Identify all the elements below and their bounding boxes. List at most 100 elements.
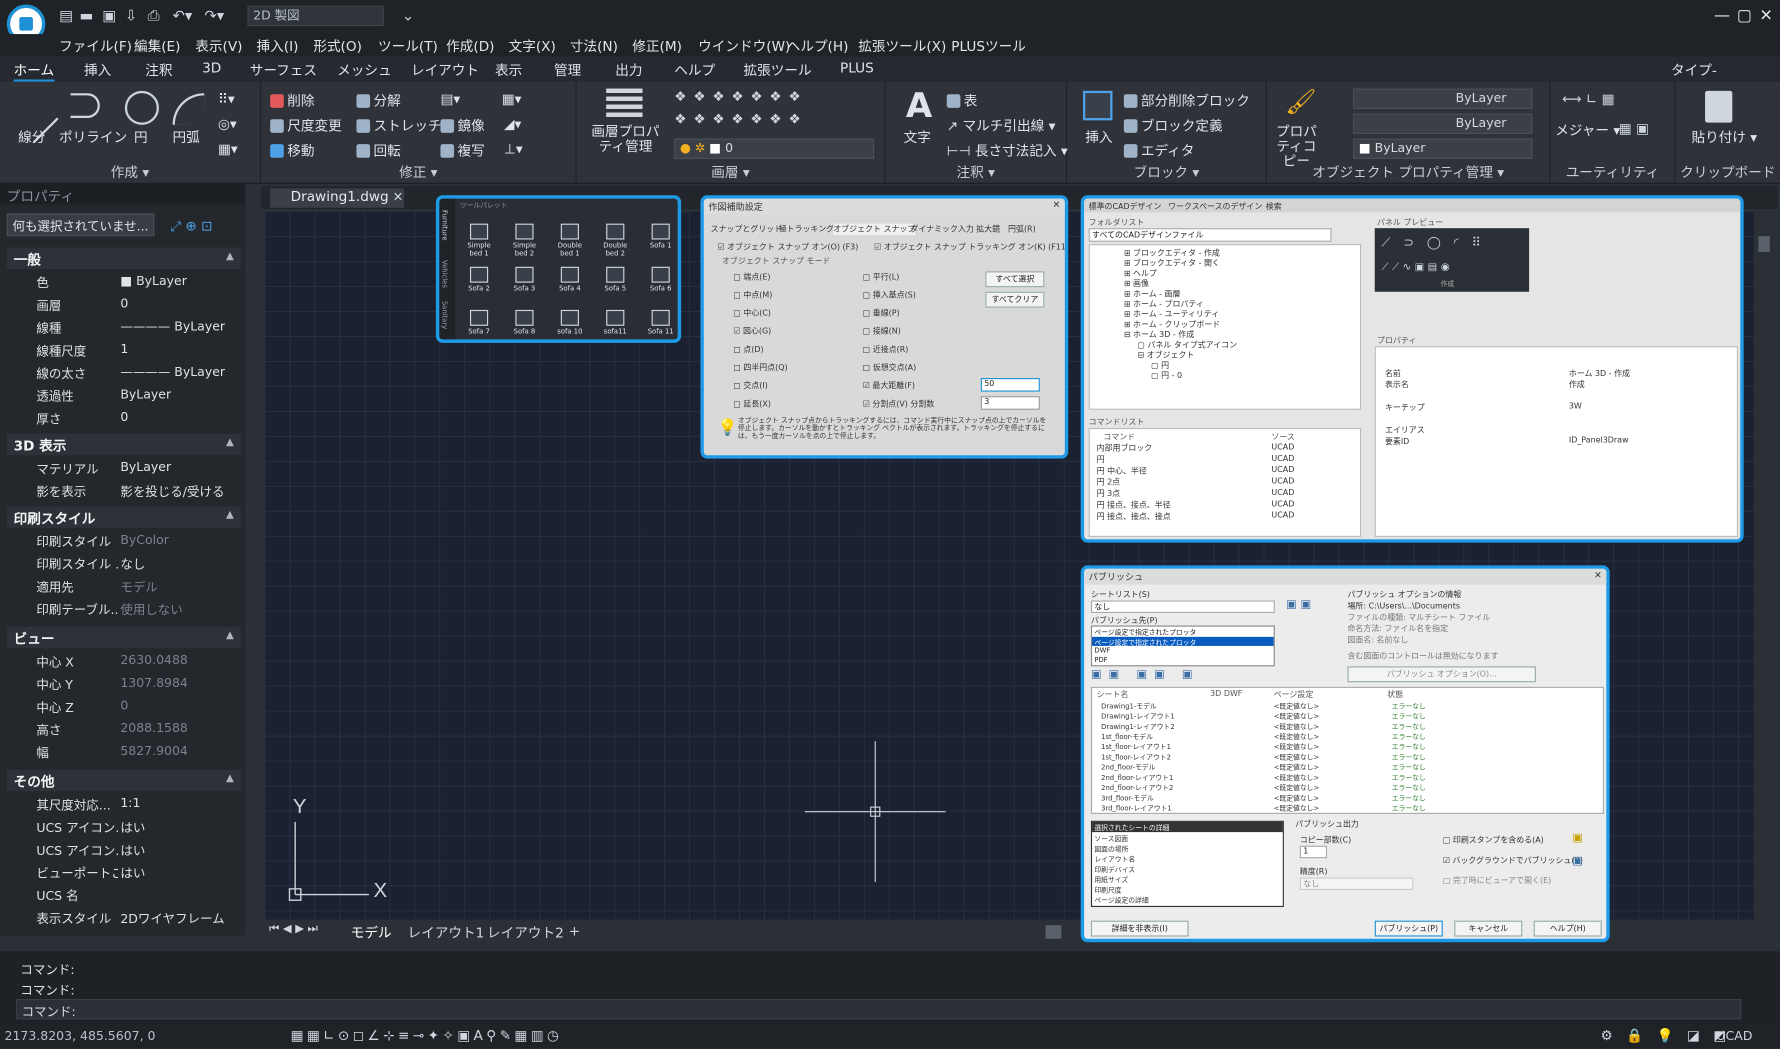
layout-nav-icon[interactable]: ⏮ ◀ ▶ ⏭ [269,923,318,935]
cui-prop-value[interactable]: 3W [1569,402,1582,411]
sheet-page-setup[interactable]: <既定値なし> [1274,772,1319,782]
table-button[interactable]: 表 [946,91,977,110]
copy-button[interactable]: 複写 [440,141,485,160]
palette-item[interactable]: Simple bed 1 [464,223,494,258]
cmd-col-source[interactable]: ソース [1271,431,1294,442]
prop-row[interactable]: 線種 ———— ByLayer [7,316,241,339]
palette-item[interactable]: Double bed 1 [555,223,585,258]
publish-to-option[interactable]: ページ設定で指定されたプロッタ [1092,627,1274,637]
menu-dimension[interactable]: 寸法(N) [570,36,618,55]
open-file-icon[interactable]: ▬ [79,8,93,25]
prop-row[interactable]: 中心 X 2630.0488 [7,649,241,672]
sheet-page-setup[interactable]: <既定値なし> [1274,762,1319,772]
tab-annotate[interactable]: 注釈 [145,60,172,79]
osnap-tangent[interactable]: □ 接線(N) [863,326,901,337]
insert-button[interactable]: 挿入 [1085,127,1112,146]
trim-icon[interactable]: ⊥▾ [504,141,523,157]
cmd-item[interactable]: 円 接点、接点、接点 [1097,511,1171,522]
section-view[interactable]: ビュー [6,626,241,649]
publish-close-icon[interactable]: ✕ [1594,570,1602,580]
partial-block-button[interactable]: 部分削除ブロック [1123,91,1250,110]
cui-properties-grid[interactable]: 名前 ホーム 3D - 作成 表示名 作成 キーチップ 3W エイリアス 要素ID ID… [1374,346,1738,537]
sheet-page-setup[interactable]: <既定値なし> [1274,700,1319,711]
panel-object-properties-title[interactable]: オブジェクト プロパティ管理 ▾ [1267,162,1550,181]
sheet-table[interactable]: シート名 3D DWF ページ設定 状態 Drawing1-モデル <既定値なし>… [1090,686,1605,814]
redo-icon[interactable]: ↷▾ [204,8,224,25]
cui-prop-value[interactable]: ID_Panel3Draw [1569,436,1629,445]
hatch-icon[interactable]: ⠿▾ [218,91,235,107]
close-icon[interactable]: ✕ [1760,7,1773,25]
scroll-thumb[interactable] [1758,236,1770,253]
tab-extension[interactable]: 拡張ツール [744,60,812,79]
menu-format[interactable]: 形式(O) [313,36,362,55]
osnap-on-checkbox[interactable]: ☑ オブジェクト スナップ オン(O) (F3) [717,242,858,253]
status-tray-icon[interactable]: ⚙ 🔒 💡 ◪ ◩ [1601,1027,1731,1043]
tool-palette-window[interactable]: Furniture Vehicles Sanitary ツールパレット Simp… [435,195,682,343]
tab-manage[interactable]: 管理 [554,60,581,79]
doc-tab[interactable]: Drawing1.dwg [270,188,405,208]
tab-mesh[interactable]: メッシュ [337,60,392,79]
quick-select-icon[interactable]: ⤢ ⊕ ⊡ [170,218,212,235]
ellipse-icon[interactable]: ◎▾ [218,116,237,132]
sheet-page-setup[interactable]: <既定値なし> [1274,752,1319,762]
section-misc[interactable]: その他 [6,769,241,792]
sheet-name[interactable]: 2nd_floor-レイアウト1 [1101,772,1173,782]
panel-utilities-title[interactable]: ユーティリティ [1551,162,1675,181]
bg-info-icon[interactable]: ▣ [1572,855,1583,867]
prop-row[interactable]: マテリアル ByLayer [7,456,241,479]
tab-plus[interactable]: PLUS [840,60,874,76]
text-button[interactable]: 文字 [904,127,931,146]
doc-tab-close-icon[interactable]: ✕ [393,190,403,205]
tab-arc[interactable]: 円弧(R) [1008,224,1036,235]
plot-stamp-checkbox[interactable]: □ 印刷スタンプを含める(A) [1443,834,1544,845]
menu-extension[interactable]: 拡張ツール(X) [858,36,946,55]
prop-row[interactable]: 適用先 モデル [7,574,241,597]
customize-ui-window[interactable]: 標準のCADデザイン ワークスペースのデザイン 検索 フォルダリスト すべてのC… [1080,195,1744,543]
prop-row[interactable]: 表示スタイル 2Dワイヤフレーム [7,906,241,929]
prop-row[interactable]: 其尺度対応... 1:1 [7,792,241,815]
prop-row[interactable]: 透過性 ByLayer [7,384,241,407]
osnap-endpoint[interactable]: □ 端点(E) [733,271,770,282]
sheet-page-setup[interactable]: <既定値なし> [1274,721,1319,731]
tab-help[interactable]: ヘルプ [674,60,715,79]
dimension-button[interactable]: ⊢⊣ 長さ寸法記入 ▾ [947,141,1068,160]
section-general[interactable]: 一般 [6,247,241,270]
sheet-name[interactable]: 2nd_floor-レイアウト2 [1101,782,1173,792]
publish-to-option[interactable]: DWF [1092,647,1274,656]
sheet-name[interactable]: Drawing1-レイアウト2 [1101,721,1175,731]
division-input[interactable]: 3 [980,396,1040,410]
layout-tab-add[interactable]: + [569,923,580,939]
cmd-col-command[interactable]: コマンド [1103,431,1135,442]
sheet-page-setup[interactable]: <既定値なし> [1274,711,1319,721]
panel-annotation-title[interactable]: 注釈 ▾ [885,162,1065,181]
menu-help[interactable]: ヘルプ(H) [787,36,849,55]
stamp-settings-icon[interactable]: ▣ [1572,832,1583,844]
max-distance-input[interactable]: 50 [980,378,1040,392]
palette-tab[interactable]: Sanitary [440,301,448,329]
scale-button[interactable]: 尺度変更 [270,116,342,135]
osnap-node[interactable]: □ 点(D) [733,344,763,355]
tab-magnifier[interactable]: 拡大鏡 [976,224,1000,235]
block-editor-button[interactable]: エディタ [1123,141,1194,160]
tab-layout[interactable]: レイアウト [411,60,479,79]
clear-all-button[interactable]: すべてクリア [985,291,1045,308]
move-button[interactable]: 移動 [270,141,314,160]
palette-item[interactable]: Sofa 8 [510,309,540,336]
drafting-settings-dialog[interactable]: 作図補助設定 ✕ スナップとグリッド 極トラッキング オブジェクト スナップ ダイ… [700,195,1069,459]
col-page-setup[interactable]: ページ設定 [1274,689,1314,700]
prop-row[interactable]: 影を表示 影を投じる/受ける [7,479,241,502]
prop-row[interactable]: 幅 5827.9004 [7,740,241,763]
prop-row[interactable]: 線種尺度 1 [7,338,241,361]
hscroll-thumb[interactable] [1045,925,1062,939]
panel-modify-title[interactable]: 修正 ▾ [261,162,575,181]
cui-prop-value[interactable]: 作成 [1569,379,1585,390]
menu-tools[interactable]: ツール(T) [378,36,438,55]
typing-label[interactable]: タイプ- [1671,60,1717,79]
cui-tree[interactable]: ⊞ ブロックエディタ - 作成 ⊞ ブロックエディタ - 開く ⊞ ヘルプ ⊞ … [1088,244,1362,410]
tab-insert[interactable]: 挿入 [84,60,111,79]
sheet-list-combo[interactable]: なし [1090,600,1275,614]
sheet-page-setup[interactable]: <既定値なし> [1274,741,1319,752]
menu-insert[interactable]: 挿入(I) [257,36,299,55]
arc-button[interactable]: 円弧 [173,127,200,146]
cui-command-list[interactable]: コマンド ソース 内部用ブロック 円 円 中心、半径 円 2点 円 3点 円 接… [1088,427,1362,537]
